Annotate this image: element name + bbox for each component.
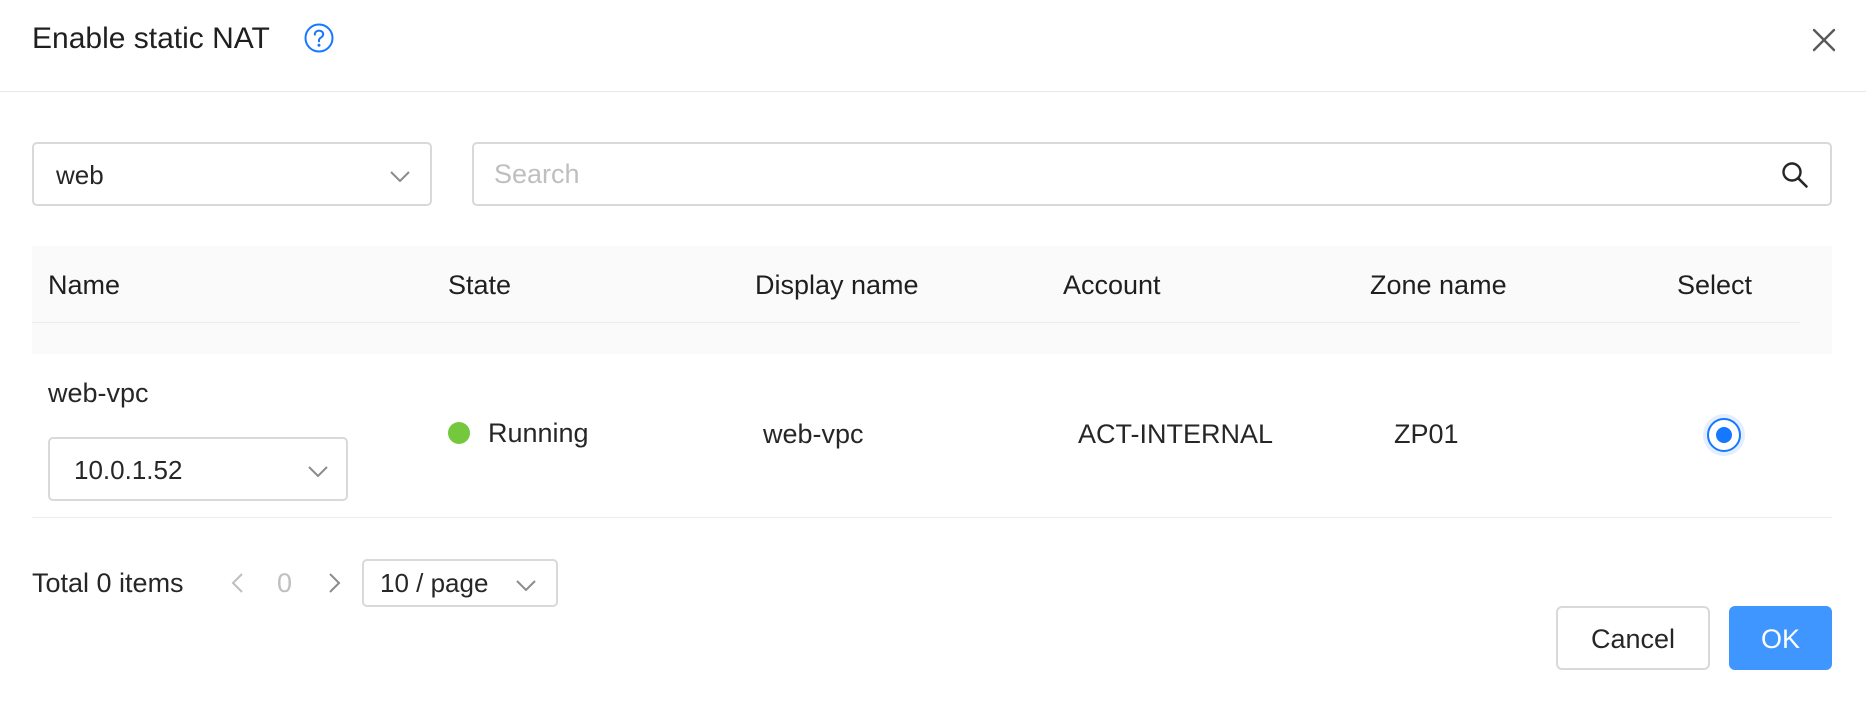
status-running-dot	[448, 422, 470, 444]
page-size-value: 10 / page	[380, 568, 489, 598]
ip-address-select[interactable]: 10.0.1.52	[48, 437, 348, 501]
cell-state: Running	[488, 418, 589, 448]
ip-address-value: 10.0.1.52	[74, 455, 183, 485]
chevron-down-icon	[308, 466, 328, 478]
cell-zone-name: ZP01	[1394, 419, 1459, 449]
search-field[interactable]	[472, 142, 1832, 206]
network-select[interactable]: web	[32, 142, 432, 206]
column-header-state[interactable]: State	[448, 270, 511, 301]
select-radio[interactable]	[1707, 418, 1741, 452]
close-icon[interactable]	[1807, 23, 1841, 57]
column-header-account[interactable]: Account	[1063, 270, 1161, 301]
table-header: Name State Display name Account Zone nam…	[32, 246, 1832, 354]
pagination-total: Total 0 items	[32, 568, 184, 598]
enable-static-nat-dialog: Enable static NAT web Name State Display…	[0, 0, 1866, 702]
cell-account: ACT-INTERNAL	[1078, 419, 1274, 449]
ok-button[interactable]: OK	[1729, 606, 1832, 670]
chevron-down-icon	[390, 171, 410, 183]
network-select-value: web	[56, 160, 104, 190]
table-row[interactable]: web-vpc 10.0.1.52 Running web-vpc ACT-IN…	[32, 354, 1832, 518]
cancel-button[interactable]: Cancel	[1556, 606, 1710, 670]
column-header-zone-name[interactable]: Zone name	[1370, 270, 1507, 301]
prev-page-icon[interactable]	[226, 571, 250, 595]
column-header-name[interactable]: Name	[48, 270, 120, 301]
column-header-display-name[interactable]: Display name	[755, 270, 919, 301]
search-icon[interactable]	[1780, 160, 1810, 190]
pagination-current-page[interactable]: 0	[277, 568, 292, 599]
column-header-select: Select	[1677, 270, 1753, 300]
dialog-title: Enable static NAT	[32, 22, 270, 55]
dialog-header: Enable static NAT	[0, 0, 1866, 92]
cell-display-name: web-vpc	[763, 419, 864, 449]
chevron-down-icon	[516, 580, 536, 592]
next-page-icon[interactable]	[322, 571, 346, 595]
cell-name: web-vpc	[48, 378, 149, 408]
search-input[interactable]	[494, 154, 1734, 194]
select-radio-dot	[1716, 427, 1732, 443]
page-size-select[interactable]: 10 / page	[362, 559, 558, 607]
help-icon[interactable]	[303, 22, 335, 54]
header-divider	[32, 322, 1800, 323]
